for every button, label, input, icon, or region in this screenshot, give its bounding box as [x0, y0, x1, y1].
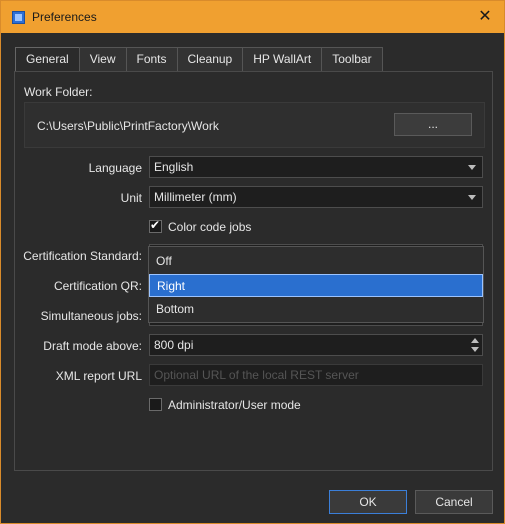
preferences-window: Preferences ✕ General View Fonts Cleanup… — [0, 0, 505, 524]
tab-bar: General View Fonts Cleanup HP WallArt To… — [15, 47, 383, 72]
admin-mode-checkbox[interactable] — [149, 398, 162, 411]
window-title: Preferences — [32, 10, 97, 24]
color-code-checkbox[interactable] — [149, 218, 162, 233]
color-code-label: Color code jobs — [168, 220, 252, 234]
cert-qr-dropdown-list: Off Right Bottom — [148, 246, 484, 323]
dropdown-option-off[interactable]: Off — [149, 250, 483, 273]
dropdown-option-right[interactable]: Right — [149, 274, 483, 297]
simultaneous-label: Simultaneous jobs: — [40, 309, 142, 323]
dropdown-option-bottom[interactable]: Bottom — [149, 298, 483, 321]
draft-mode-value: 800 dpi — [154, 338, 194, 352]
title-bar[interactable]: Preferences ✕ — [1, 1, 504, 33]
xml-report-url-input[interactable]: Optional URL of the local REST server — [149, 364, 483, 386]
cert-qr-label: Certification QR: — [53, 279, 142, 293]
ok-button[interactable]: OK — [329, 490, 407, 514]
admin-mode-label: Administrator/User mode — [168, 398, 301, 412]
work-folder-path: C:\Users\Public\PrintFactory\Work — [37, 119, 219, 133]
work-folder-group: C:\Users\Public\PrintFactory\Work ... — [24, 102, 485, 148]
language-value: English — [154, 160, 194, 174]
tab-fonts[interactable]: Fonts — [125, 47, 178, 71]
tab-cleanup[interactable]: Cleanup — [176, 47, 244, 71]
tab-hp-wallart[interactable]: HP WallArt — [242, 47, 323, 71]
cancel-button[interactable]: Cancel — [415, 490, 493, 514]
draft-mode-label: Draft mode above: — [43, 339, 142, 353]
tab-view[interactable]: View — [78, 47, 127, 71]
cert-standard-label: Certification Standard: — [23, 249, 142, 263]
language-select[interactable]: English — [149, 156, 483, 178]
unit-value: Millimeter (mm) — [154, 190, 237, 204]
unit-label: Unit — [120, 191, 142, 205]
browse-folder-button[interactable]: ... — [394, 113, 472, 136]
app-icon — [12, 11, 25, 24]
tab-general[interactable]: General — [15, 47, 80, 72]
unit-select[interactable]: Millimeter (mm) — [149, 186, 483, 208]
spinner-arrows-icon[interactable] — [470, 337, 480, 353]
close-icon[interactable]: ✕ — [474, 6, 496, 28]
xml-report-label: XML report URL — [55, 369, 142, 383]
tab-toolbar[interactable]: Toolbar — [321, 47, 383, 71]
work-folder-label: Work Folder: — [24, 85, 93, 99]
chevron-down-icon — [468, 165, 476, 170]
draft-mode-spinner[interactable]: 800 dpi — [149, 334, 483, 356]
language-label: Language — [88, 161, 142, 175]
chevron-down-icon — [468, 195, 476, 200]
